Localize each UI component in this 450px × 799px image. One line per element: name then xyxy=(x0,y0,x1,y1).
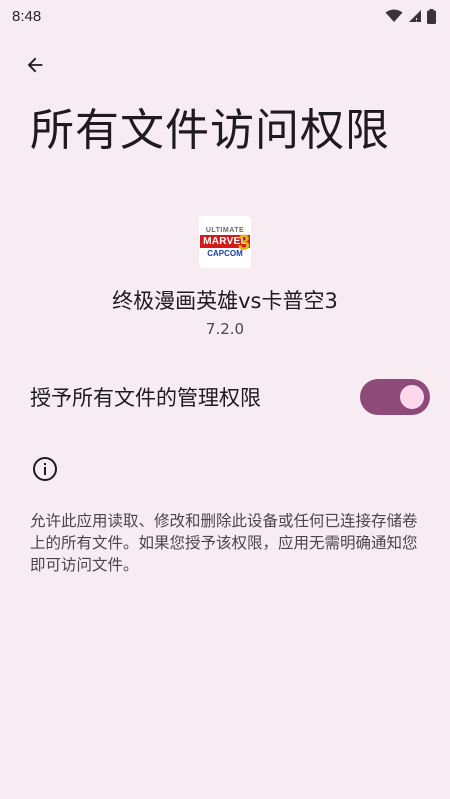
permission-screen: 8:48 所有文件访问权限 ULTIMATE MARVEL CAPCOM 3 终… xyxy=(0,0,450,799)
app-logo: ULTIMATE MARVEL CAPCOM 3 xyxy=(199,216,251,268)
wifi-icon xyxy=(385,9,403,23)
arrow-back-icon xyxy=(24,54,46,80)
status-time: 8:48 xyxy=(12,7,42,25)
cellular-signal-icon xyxy=(408,9,422,23)
info-icon xyxy=(32,456,58,482)
battery-icon xyxy=(427,8,436,24)
status-bar: 8:48 xyxy=(0,0,450,32)
page-title: 所有文件访问权限 xyxy=(30,105,390,156)
permission-toggle[interactable] xyxy=(360,379,430,415)
app-name: 终极漫画英雄vs卡普空3 xyxy=(112,289,338,313)
permission-row[interactable]: 授予所有文件的管理权限 xyxy=(0,372,450,422)
permission-label: 授予所有文件的管理权限 xyxy=(30,386,261,410)
status-icons xyxy=(385,8,436,24)
logo-text-number: 3 xyxy=(237,230,250,255)
back-button[interactable] xyxy=(20,52,50,82)
app-version: 7.2.0 xyxy=(205,320,245,338)
toggle-thumb xyxy=(400,385,424,409)
permission-description: 允许此应用读取、修改和删除此设备或任何已连接存储卷上的所有文件。如果您授予该权限… xyxy=(30,512,418,574)
